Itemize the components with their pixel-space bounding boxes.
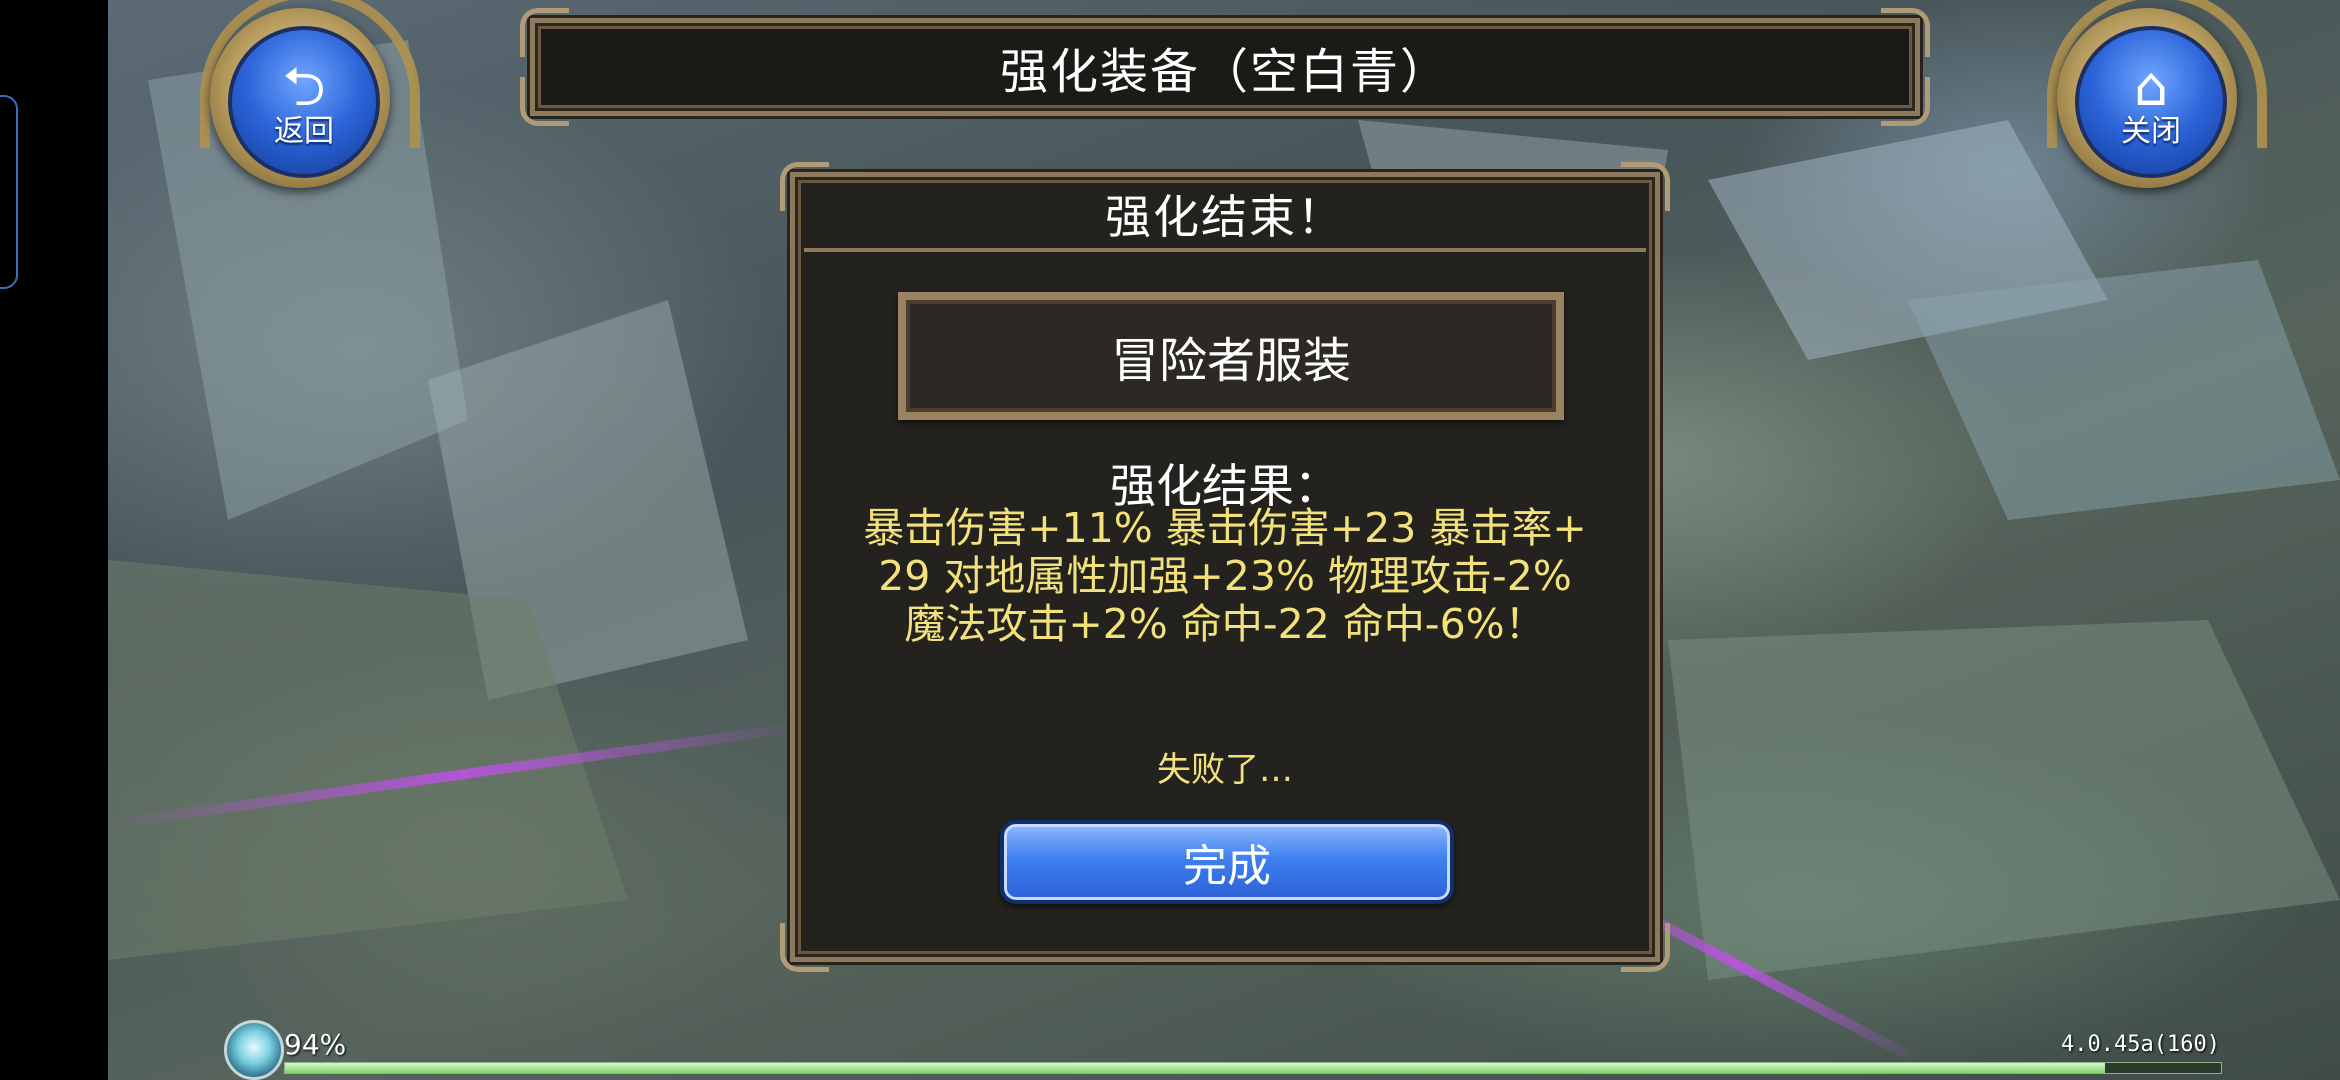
back-button[interactable]: ⮌ 返回 <box>200 0 420 188</box>
back-button-label: 返回 <box>274 114 334 149</box>
game-screen: ⮌ 返回 ⌂ 关闭 强化装备（空白青） 强化结束！ 冒险者服装 强化结果： 暴击… <box>0 0 2340 1080</box>
close-button-core[interactable]: ⌂ 关闭 <box>2075 26 2227 178</box>
result-line: 29 对地属性加强+23% 物理攻击-2% <box>878 552 1572 600</box>
enhance-result-dialog: 强化结束！ 冒险者服装 强化结果： 暴击伤害+11% 暴击伤害+23 暴击率+ … <box>780 162 1670 972</box>
back-button-core[interactable]: ⮌ 返回 <box>228 26 380 178</box>
home-icon: ⌂ <box>2133 55 2169 118</box>
system-edge-strip <box>0 0 108 1080</box>
version-label: 4.0.45a(160) <box>2061 1032 2220 1057</box>
network-orb-icon <box>224 1020 284 1080</box>
status-text: 失败了… <box>1157 750 1293 790</box>
done-button[interactable]: 完成 <box>1000 820 1454 904</box>
dialog-title: 强化结束！ <box>804 180 1646 252</box>
status-percent: 94% <box>284 1028 347 1061</box>
frame-corner <box>780 923 829 972</box>
progress-fill <box>285 1063 2105 1073</box>
progress-bar <box>284 1062 2222 1074</box>
page-title: 强化装备（空白青） <box>999 44 1450 100</box>
result-line: 暴击伤害+11% 暴击伤害+23 暴击率+ <box>863 504 1587 552</box>
title-bar: 强化装备（空白青） <box>520 8 1930 126</box>
result-line: 魔法攻击+2% 命中-22 命中-6%！ <box>904 600 1546 648</box>
result-stats: 暴击伤害+11% 暴击伤害+23 暴击率+ 29 对地属性加强+23% 物理攻击… <box>810 504 1640 648</box>
edge-panel-handle[interactable] <box>0 95 18 289</box>
item-name-box: 冒险者服装 <box>898 292 1564 420</box>
close-button-label: 关闭 <box>2121 114 2181 149</box>
close-button[interactable]: ⌂ 关闭 <box>2047 0 2267 188</box>
return-arrow-icon: ⮌ <box>282 55 326 118</box>
frame-corner <box>1621 923 1670 972</box>
